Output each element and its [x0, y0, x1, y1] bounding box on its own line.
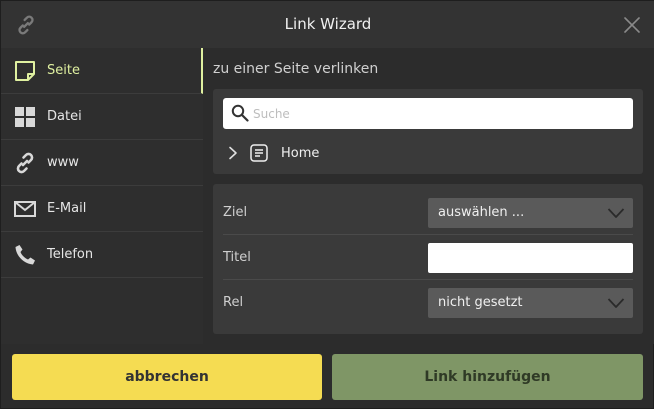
chevron-down-icon	[607, 208, 625, 218]
sidebar-item-telefon[interactable]: Telefon	[1, 232, 203, 278]
sidebar-item-label: E-Mail	[47, 201, 87, 216]
rel-select-value: nicht gesetzt	[438, 295, 523, 310]
link-options-form: Ziel auswählen ... Titel Rel nicht geset…	[213, 184, 643, 334]
phone-icon	[15, 245, 35, 265]
search-input[interactable]	[253, 98, 623, 129]
divider	[223, 234, 633, 235]
sidebar-item-email[interactable]: E-Mail	[1, 186, 203, 232]
form-row-ziel: Ziel auswählen ...	[223, 191, 633, 235]
link-wizard-dialog: Link Wizard Seite Datei www E-Mail Telef…	[0, 0, 654, 409]
search-icon	[231, 104, 249, 122]
sidebar-item-label: www	[47, 155, 79, 170]
page-icon	[15, 61, 35, 81]
divider	[223, 279, 633, 280]
sidebar-item-label: Telefon	[47, 247, 94, 262]
sidebar-item-label: Datei	[47, 109, 82, 124]
rel-select[interactable]: nicht gesetzt	[428, 288, 633, 318]
close-icon[interactable]	[623, 16, 641, 34]
mail-icon	[14, 201, 36, 217]
chevron-down-icon	[607, 298, 625, 308]
cancel-button[interactable]: abbrechen	[12, 354, 322, 400]
sidebar-item-label: Seite	[47, 63, 80, 78]
form-row-titel: Titel	[223, 236, 633, 280]
sidebar-item-datei[interactable]: Datei	[1, 94, 203, 140]
section-heading: zu einer Seite verlinken	[213, 61, 379, 77]
page-tree-panel: Home	[213, 89, 643, 174]
tree-item-home[interactable]: Home	[227, 141, 527, 165]
rel-label: Rel	[223, 295, 244, 310]
sidebar-item-seite[interactable]: Seite	[1, 48, 203, 94]
title-bar: Link Wizard	[1, 1, 654, 48]
tree-item-label[interactable]: Home	[281, 146, 319, 161]
sidebar-item-www[interactable]: www	[1, 140, 203, 186]
grid-icon	[15, 107, 35, 127]
main-panel: zu einer Seite verlinken Home	[203, 48, 654, 344]
search-box	[223, 98, 633, 129]
link-type-sidebar: Seite Datei www E-Mail Telefon	[1, 48, 203, 344]
dialog-title: Link Wizard	[284, 15, 372, 33]
ziel-select-value: auswählen ...	[438, 205, 525, 220]
ziel-label: Ziel	[223, 205, 248, 220]
link-icon	[16, 152, 34, 174]
form-row-rel: Rel nicht gesetzt	[223, 281, 633, 325]
ziel-select[interactable]: auswählen ...	[428, 198, 633, 228]
titel-input[interactable]	[428, 243, 633, 273]
document-icon	[250, 144, 268, 162]
chevron-right-icon[interactable]	[227, 146, 239, 160]
titel-label: Titel	[223, 250, 251, 265]
add-link-button[interactable]: Link hinzufügen	[332, 354, 643, 400]
